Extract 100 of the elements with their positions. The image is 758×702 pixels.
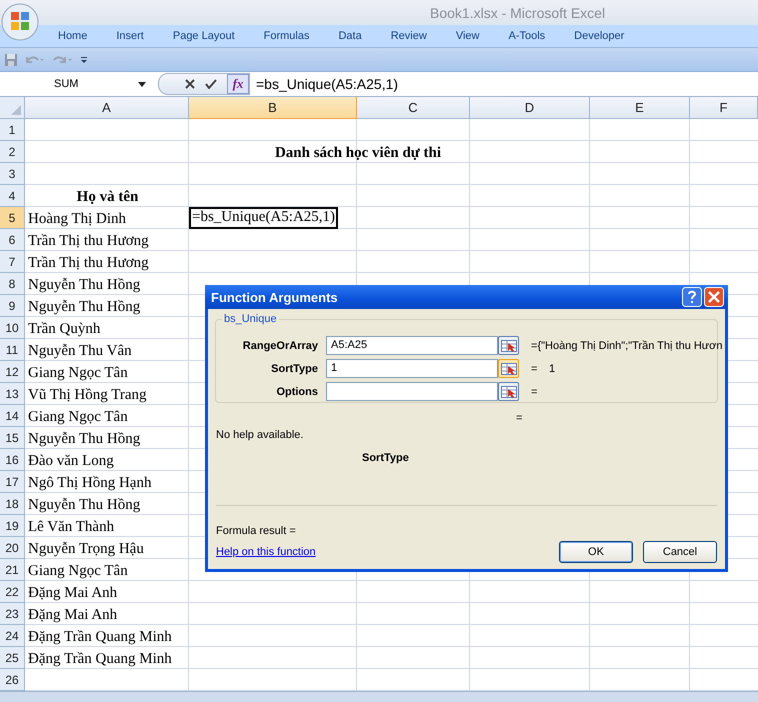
name-cell: Vũ Thị Hồng Trang xyxy=(28,387,146,404)
row-header[interactable]: 15 xyxy=(0,427,25,449)
name-cell: Giang Ngọc Tân xyxy=(28,365,128,382)
row-header[interactable]: 20 xyxy=(0,537,25,559)
row-header[interactable]: 7 xyxy=(0,251,25,273)
equals-sign: = xyxy=(516,412,522,424)
row-header[interactable]: 23 xyxy=(0,603,25,625)
column-header[interactable]: E xyxy=(590,97,690,119)
equals-sign: = xyxy=(531,340,538,352)
save-icon[interactable] xyxy=(4,52,18,66)
row-header[interactable]: 14 xyxy=(0,405,25,427)
name-cell: Đặng Trần Quang Minh xyxy=(28,651,172,668)
row-header[interactable]: 4 xyxy=(0,185,25,207)
row-header[interactable]: 5 xyxy=(0,207,25,229)
row-header[interactable]: 9 xyxy=(0,295,25,317)
row-header[interactable]: 25 xyxy=(0,647,25,669)
ribbon-tab[interactable]: Page Layout xyxy=(172,30,235,42)
help-icon[interactable] xyxy=(682,287,702,307)
row-header[interactable]: 16 xyxy=(0,449,25,471)
range-select-icon xyxy=(500,386,516,398)
column-header[interactable]: A xyxy=(25,97,189,119)
formula-field[interactable]: =bs_Unique(A5:A25,1) xyxy=(250,76,398,92)
equals-sign: = xyxy=(531,386,538,398)
row-header[interactable]: 19 xyxy=(0,515,25,537)
row-header[interactable]: 18 xyxy=(0,493,25,515)
column-header[interactable]: F xyxy=(690,97,758,119)
help-text: No help available. xyxy=(216,429,304,441)
ribbon-tab[interactable]: Home xyxy=(58,30,88,42)
row-header[interactable]: 8 xyxy=(0,273,25,295)
name-cell: Nguyễn Thu Hồng xyxy=(28,431,140,448)
editing-cell[interactable]: =bs_Unique(A5:A25,1) xyxy=(189,207,338,229)
collapse-dialog-button[interactable] xyxy=(498,336,519,355)
row-header[interactable]: 12 xyxy=(0,361,25,383)
collapse-dialog-button[interactable] xyxy=(498,359,519,378)
name-cell: Nguyễn Thu Hồng xyxy=(28,277,140,294)
formula-result: Formula result = xyxy=(216,525,296,537)
column-header[interactable]: C xyxy=(357,97,470,119)
row-header[interactable]: 11 xyxy=(0,339,25,361)
row-header[interactable]: 10 xyxy=(0,317,25,339)
name-cell: Đào văn Long xyxy=(28,453,114,470)
column-header[interactable]: B xyxy=(189,97,357,119)
name-cell: Nguyễn Thu Hồng xyxy=(28,299,140,316)
ribbon-tab[interactable]: View xyxy=(456,30,480,42)
argument-label: Options xyxy=(275,386,318,398)
row-header[interactable]: 21 xyxy=(0,559,25,581)
enter-check-icon[interactable] xyxy=(205,79,217,89)
insert-function-button[interactable]: fx xyxy=(227,74,249,94)
row-header[interactable]: 26 xyxy=(0,669,25,691)
ribbon-tab[interactable]: Formulas xyxy=(264,30,310,42)
dropdown-caret-icon xyxy=(138,82,146,86)
name-cell: Trần Thị thu Hương xyxy=(28,255,149,272)
argument-field[interactable]: A5:A25 xyxy=(326,336,498,355)
name-cell: Hoàng Thị Dinh xyxy=(28,211,126,228)
name-cell: Nguyễn Trọng Hậu xyxy=(28,541,144,558)
ribbon-tab[interactable]: Review xyxy=(390,30,427,42)
dialog-title: Function Arguments xyxy=(211,290,338,304)
row-header[interactable]: 13 xyxy=(0,383,25,405)
customize-caret-icon[interactable] xyxy=(80,56,88,64)
collapse-dialog-button[interactable] xyxy=(498,382,519,401)
name-cell: Lê Văn Thành xyxy=(28,519,114,536)
argument-field[interactable] xyxy=(326,382,498,401)
dialog-button[interactable]: OK xyxy=(559,541,633,563)
column-heading: Họ và tên xyxy=(76,189,138,206)
sheet-title: Danh sách học viên dự thi xyxy=(274,145,442,162)
row-header[interactable]: 2 xyxy=(0,141,25,163)
argument-label: RangeOrArray xyxy=(242,340,318,352)
corner-triangle-icon xyxy=(11,105,21,115)
row-header[interactable]: 3 xyxy=(0,163,25,185)
name-cell: Giang Ngọc Tân xyxy=(28,563,128,580)
ribbon-tab[interactable]: A-Tools xyxy=(508,30,546,42)
name-cell: Đặng Trần Quang Minh xyxy=(28,629,172,646)
close-icon[interactable] xyxy=(704,287,724,307)
ribbon-tab[interactable]: Data xyxy=(338,30,362,42)
function-name: bs_Unique xyxy=(222,313,279,325)
window-title: Book1.xlsx - Microsoft Excel xyxy=(430,4,606,20)
row-header[interactable]: 1 xyxy=(0,119,25,141)
name-cell: Trần Quỳnh xyxy=(28,321,100,338)
help-link[interactable]: Help on this function xyxy=(216,546,316,558)
dialog-button[interactable]: Cancel xyxy=(643,541,717,563)
name-cell: Nguyễn Thu Vân xyxy=(28,343,132,360)
row-header[interactable]: 22 xyxy=(0,581,25,603)
row-header[interactable]: 6 xyxy=(0,229,25,251)
range-select-icon xyxy=(500,362,516,374)
name-cell: Trần Thị thu Hương xyxy=(28,233,149,250)
argument-field[interactable]: 1 xyxy=(326,359,498,378)
row-header[interactable]: 24 xyxy=(0,625,25,647)
ribbon-tab[interactable]: Insert xyxy=(116,30,144,42)
cancel-icon[interactable] xyxy=(185,79,195,89)
name-cell: Ngô Thị Hồng Hạnh xyxy=(28,475,152,492)
name-cell: Nguyễn Thu Hồng xyxy=(28,497,140,514)
ribbon-tab[interactable]: Developer xyxy=(574,30,624,42)
equals-sign: = xyxy=(531,362,538,374)
name-cell: Đặng Mai Anh xyxy=(28,607,118,624)
row-header[interactable]: 17 xyxy=(0,471,25,493)
argument-value: {"Hoàng Thị Dinh";"Trần Thị thu Hươn xyxy=(537,340,723,352)
column-header[interactable]: D xyxy=(470,97,590,119)
argument-value: 1 xyxy=(549,362,556,374)
argument-label: SortType xyxy=(270,362,318,374)
name-box[interactable]: SUM xyxy=(0,73,150,95)
name-cell: Đặng Mai Anh xyxy=(28,585,118,602)
